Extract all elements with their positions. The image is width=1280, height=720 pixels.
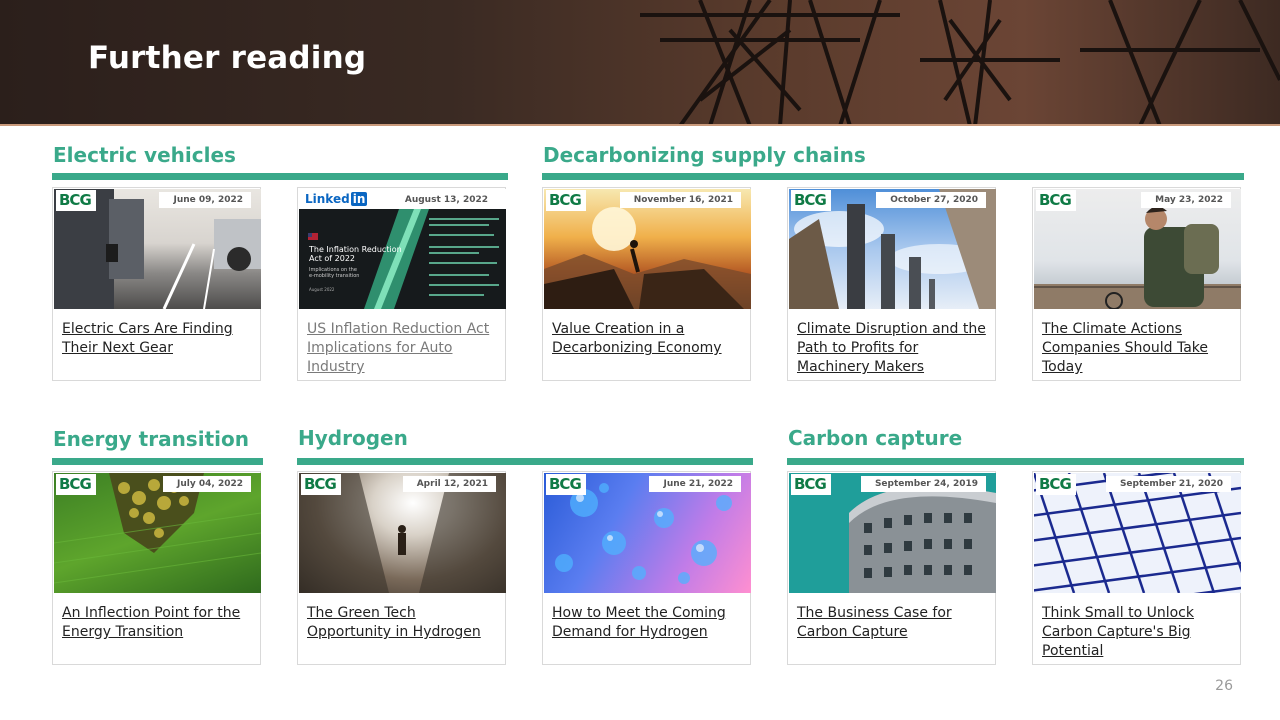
section-title-hydrogen: Hydrogen [298, 426, 408, 450]
bcg-logo: BCG [791, 190, 831, 211]
section-divider [787, 458, 1244, 465]
article-date: September 24, 2019 [860, 476, 986, 492]
article-link[interactable]: The Business Case for Carbon Capture [797, 604, 989, 642]
section-divider [52, 458, 263, 465]
article-link[interactable]: The Climate Actions Companies Should Tak… [1042, 320, 1234, 377]
section-title-decarbonizing-supply-chains: Decarbonizing supply chains [543, 143, 866, 167]
thumbnail-date: August 2022 [309, 287, 335, 292]
bcg-logo: BCG [1036, 190, 1076, 211]
bcg-logo: BCG [56, 474, 96, 495]
article-date: June 09, 2022 [159, 192, 251, 208]
article-date: October 27, 2020 [876, 192, 986, 208]
article-card[interactable]: BCG July 04, 2022 An Inflection Point fo… [52, 471, 261, 665]
article-link[interactable]: The Green Tech Opportunity in Hydrogen [307, 604, 499, 642]
article-link[interactable]: Value Creation in a Decarbonizing Econom… [552, 320, 744, 358]
section-divider [542, 173, 1244, 180]
article-card[interactable]: BCG June 09, 2022 Electric Cars Are Find… [52, 187, 261, 381]
thumbnail-title-line: The Inflation Reduction [308, 245, 402, 254]
article-link[interactable]: An Inflection Point for the Energy Trans… [62, 604, 254, 642]
header-banner: Further reading [0, 0, 1280, 126]
article-date: June 21, 2022 [649, 476, 741, 492]
article-link[interactable]: Electric Cars Are Finding Their Next Gea… [62, 320, 254, 358]
bcg-logo: BCG [546, 474, 586, 495]
article-date: April 12, 2021 [402, 476, 496, 492]
section-title-electric-vehicles: Electric vehicles [53, 143, 236, 167]
article-card[interactable]: BCG September 21, 2020 Think Small to Un… [1032, 471, 1241, 665]
bcg-logo: BCG [56, 190, 96, 211]
article-link[interactable]: Climate Disruption and the Path to Profi… [797, 320, 989, 377]
page-number: 26 [1215, 678, 1233, 694]
article-card[interactable]: BCG September 24, 2019 The Business Case… [787, 471, 996, 665]
article-link[interactable]: How to Meet the Coming Demand for Hydrog… [552, 604, 744, 642]
article-date: September 21, 2020 [1105, 476, 1231, 492]
section-divider [52, 173, 508, 180]
section-title-energy-transition: Energy transition [53, 427, 249, 451]
article-date: May 23, 2022 [1141, 192, 1231, 208]
page-title: Further reading [88, 40, 367, 76]
article-date: August 13, 2022 [390, 192, 496, 208]
bcg-logo: BCG [546, 190, 586, 211]
thumbnail-subtitle-line: e-mobility transition [309, 273, 359, 279]
bcg-logo: BCG [1036, 474, 1076, 495]
thumbnail-title-line: Act of 2022 [309, 254, 355, 263]
section-divider [297, 458, 753, 465]
article-card[interactable]: BCG June 21, 2022 How to Meet the Coming… [542, 471, 751, 665]
article-link[interactable]: Think Small to Unlock Carbon Capture's B… [1042, 604, 1234, 661]
power-tower-silhouette-icon [640, 0, 1280, 126]
article-date: November 16, 2021 [619, 192, 741, 208]
article-date: July 04, 2022 [163, 476, 251, 492]
linkedin-logo: Linked in [301, 190, 372, 208]
article-card[interactable]: BCG October 27, 2020 Climate Disruption … [787, 187, 996, 381]
article-card[interactable]: BCG April 12, 2021 The Green Tech Opport… [297, 471, 506, 665]
article-card[interactable]: The Inflation Reduction Act of 2022 Impl… [297, 187, 506, 381]
article-card[interactable]: BCG November 16, 2021 Value Creation in … [542, 187, 751, 381]
article-card[interactable]: BCG May 23, 2022 The Climate Actions Com… [1032, 187, 1241, 381]
article-link[interactable]: US Inflation Reduction Act Implications … [307, 320, 499, 377]
section-title-carbon-capture: Carbon capture [788, 426, 963, 450]
bcg-logo: BCG [791, 474, 831, 495]
bcg-logo: BCG [301, 474, 341, 495]
